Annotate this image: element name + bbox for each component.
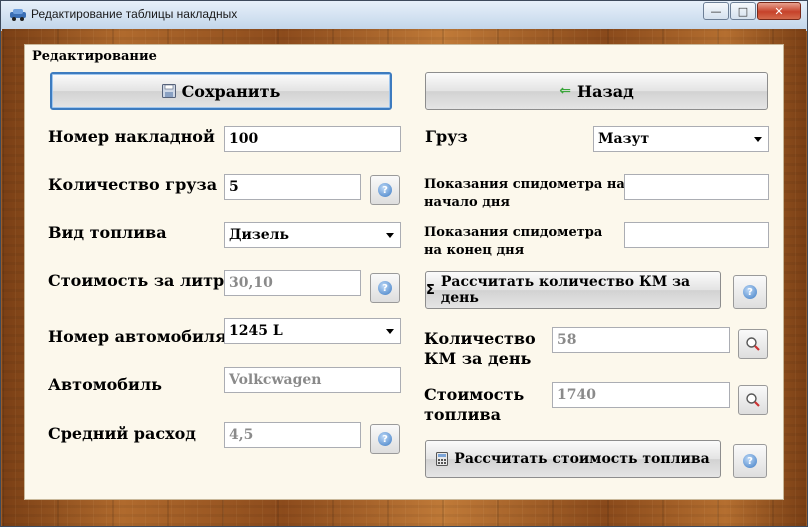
avg-consumption-help-button[interactable]: ? [370,424,400,454]
title-bar: Редактирование таблицы накладных — □ ✕ [1,1,807,29]
cargo-value: Мазут [598,131,650,147]
cargo-select[interactable]: Мазут [593,126,769,152]
calc-km-help-button[interactable]: ? [733,275,767,309]
km-per-day-field[interactable]: 58 [552,327,730,353]
chevron-down-icon [386,329,394,334]
chevron-down-icon [754,137,762,142]
invoice-number-label: Номер накладной [48,127,215,146]
fuel-cost-zoom-button[interactable] [738,385,768,415]
car-label: Автомобиль [48,375,162,394]
cargo-quantity-label: Количество груза [48,175,218,194]
zoom-icon [746,337,760,351]
cargo-quantity-field[interactable]: 5 [224,174,361,200]
fuel-type-label: Вид топлива [48,223,167,242]
km-per-day-label-line2: КМ за день [424,349,532,368]
save-label: Сохранить [181,81,281,101]
chevron-down-icon [386,233,394,238]
panel-title: Редактирование [32,49,157,64]
fuel-cost-field[interactable]: 1740 [552,382,730,408]
fuel-cost-label-line2: топлива [424,405,501,424]
km-per-day-zoom-button[interactable] [738,329,768,359]
close-icon: ✕ [774,4,784,18]
help-icon: ? [743,285,757,299]
avg-consumption-field[interactable]: 4,5 [224,422,361,448]
maximize-icon: □ [737,4,749,18]
help-icon: ? [743,454,757,468]
car-number-value: 1245 L [229,323,283,339]
cargo-quantity-help-button[interactable]: ? [370,175,400,205]
close-button[interactable]: ✕ [757,2,801,20]
cargo-label: Груз [425,127,468,146]
window-title: Редактирование таблицы накладных [31,7,238,21]
odo-end-label-line2: на конец дня [424,243,525,258]
arrow-left-icon: ⇐ [559,83,571,99]
maximize-button[interactable]: □ [730,2,756,20]
help-icon: ? [378,432,392,446]
window-controls: — □ ✕ [702,2,801,20]
avg-consumption-label: Средний расход [48,424,196,443]
km-per-day-label-line1: Количество [424,329,536,348]
calculator-icon [436,452,449,466]
calc-km-button[interactable]: Σ Рассчитать количество КМ за день [425,271,721,309]
car-number-select[interactable]: 1245 L [224,318,401,344]
invoice-number-field[interactable]: 100 [224,126,401,152]
back-button[interactable]: ⇐ Назад [425,72,768,110]
car-icon [10,9,26,21]
back-label: Назад [577,81,634,101]
calc-cost-label: Рассчитать стоимость топлива [454,451,710,467]
help-icon: ? [378,183,392,197]
zoom-icon [746,393,760,407]
help-icon: ? [378,281,392,295]
sigma-icon: Σ [426,282,435,298]
calc-cost-button[interactable]: Рассчитать стоимость топлива [425,440,721,478]
floppy-disk-icon [161,84,176,98]
price-per-liter-field[interactable]: 30,10 [224,270,361,296]
car-field[interactable]: Volkcwagen [224,367,401,393]
calc-cost-help-button[interactable]: ? [733,444,767,478]
price-per-liter-help-button[interactable]: ? [370,273,400,303]
calc-km-label: Рассчитать количество КМ за день [440,274,691,306]
save-button[interactable]: Сохранить [50,72,392,110]
odo-end-field[interactable] [624,222,769,248]
fuel-cost-label-line1: Стоимость [424,385,525,404]
price-per-liter-label: Стоимость за литр [48,271,225,290]
fuel-type-value: Дизель [229,227,290,243]
fuel-type-select[interactable]: Дизель [224,222,401,248]
minimize-icon: — [710,4,722,18]
odo-start-label-line2: начало дня [424,195,511,210]
minimize-button[interactable]: — [703,2,729,20]
odo-start-field[interactable] [624,174,769,200]
car-number-label: Номер автомобиля [48,327,227,346]
